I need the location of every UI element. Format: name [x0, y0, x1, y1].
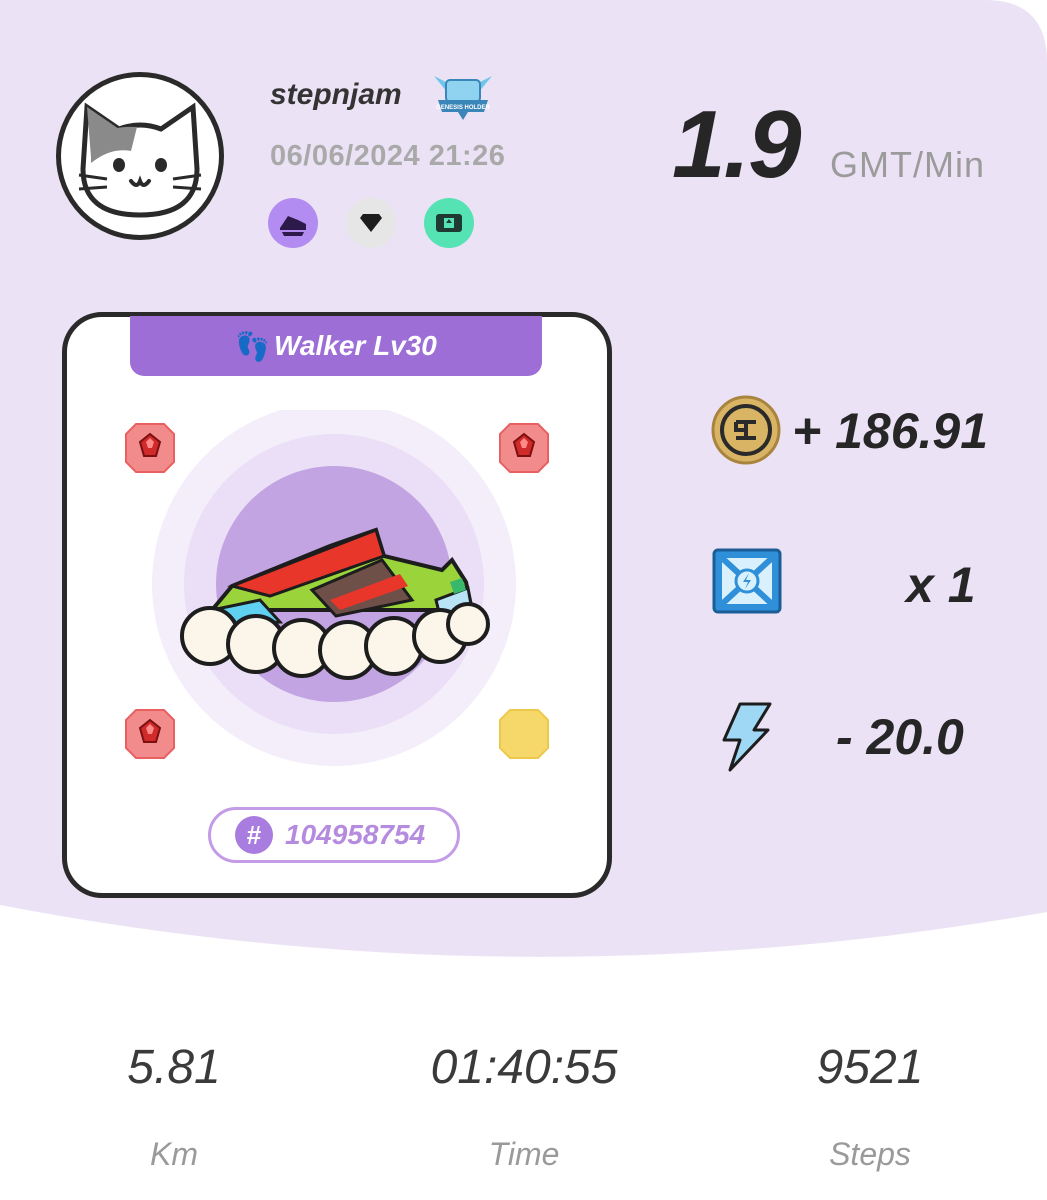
gem-socket-top-right[interactable] [496, 420, 552, 476]
username: stepnjam [270, 78, 402, 111]
gem-socket-top-left[interactable] [122, 420, 178, 476]
time-label: Time [488, 1136, 560, 1172]
energy-spent: - 20.0 [836, 709, 964, 765]
genesis-badge-text: GENESIS HOLDER [436, 105, 490, 111]
genesis-holder-badge-icon: GENESIS HOLDER [434, 76, 492, 120]
gem-badge-icon [360, 214, 382, 232]
avatar[interactable] [56, 72, 224, 240]
sneaker-type-label: Walker Lv30 [273, 330, 437, 361]
sneaker-badge-icon [280, 216, 306, 236]
gst-earned: + 186.91 [792, 403, 989, 459]
sneaker-id: 104958754 [285, 819, 426, 850]
footprint-icon: 👣 [235, 330, 270, 362]
time-value: 01:40:55 [430, 1041, 618, 1094]
gmt-rate-value: 1.9 [672, 91, 801, 198]
sneaker-type-header: 👣 Walker Lv30 [130, 316, 542, 376]
ticket-badge-icon [436, 214, 462, 232]
sneaker-image [152, 410, 516, 766]
hash-icon: # [235, 816, 273, 854]
gem-badge[interactable] [346, 198, 396, 248]
sneaker-badge[interactable] [268, 198, 318, 248]
distance-value: 5.81 [127, 1041, 221, 1094]
gmt-rate-unit: GMT/Min [830, 144, 985, 185]
gem-socket-bottom-left[interactable] [122, 706, 178, 762]
ticket-badge[interactable] [424, 198, 474, 248]
distance-label: Km [150, 1136, 198, 1172]
steps-label: Steps [829, 1136, 911, 1172]
activity-datetime: 06/06/2024 21:26 [270, 140, 506, 172]
cat-avatar-icon [78, 102, 202, 218]
gem-socket-bottom-right[interactable] [496, 706, 552, 762]
energy-bolt-icon [722, 702, 772, 772]
gst-coin-icon [711, 395, 781, 465]
mystery-box-count: x 1 [906, 557, 976, 613]
mystery-box-icon [712, 548, 782, 614]
sneaker-id-pill[interactable]: # 104958754 [208, 807, 460, 863]
steps-value: 9521 [816, 1041, 924, 1094]
